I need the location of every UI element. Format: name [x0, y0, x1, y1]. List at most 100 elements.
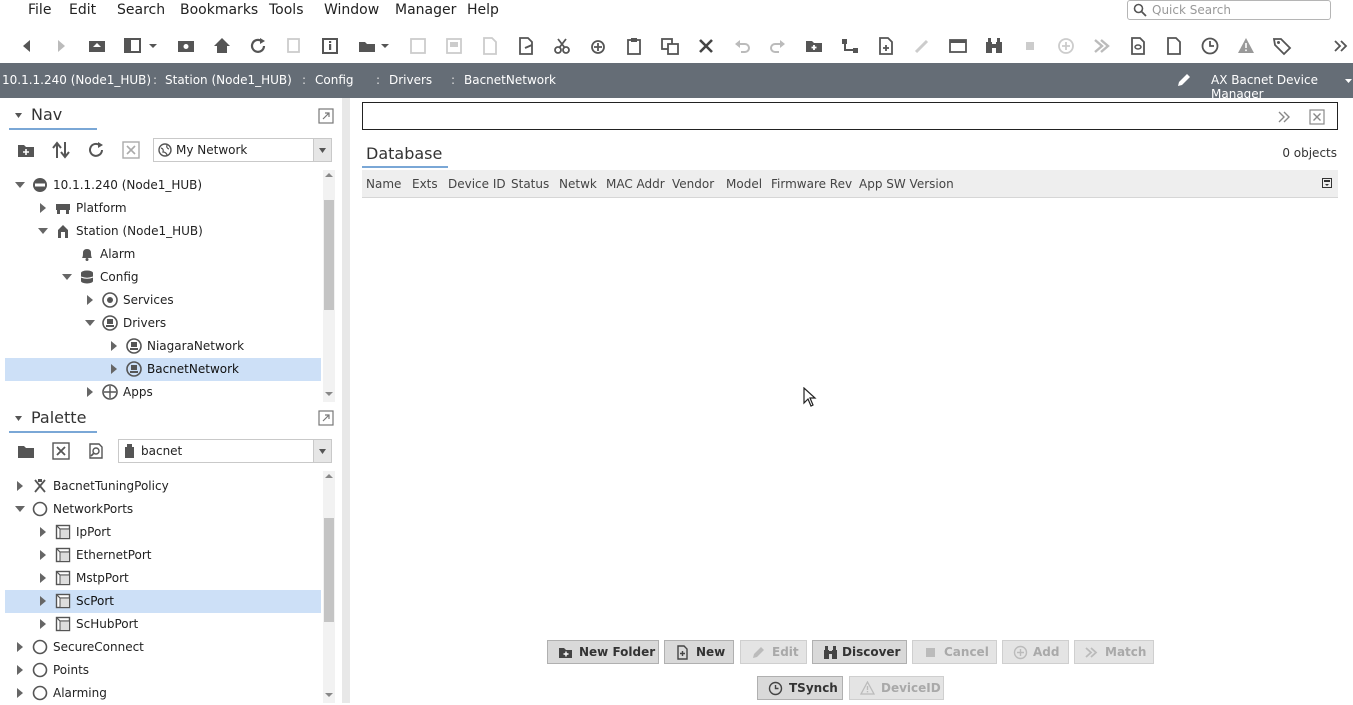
menu-file[interactable]: File [28, 2, 51, 18]
collapsed-arrow-icon[interactable] [38, 527, 48, 537]
menu-help[interactable]: Help [467, 2, 499, 18]
collapsed-arrow-icon[interactable] [15, 481, 25, 491]
palette-tree-item-bacnettuningpolicy[interactable]: BacnetTuningPolicy [5, 475, 321, 498]
column-app-sw-version[interactable]: App SW Version [859, 177, 954, 191]
network-select-dropdown[interactable] [313, 139, 331, 161]
scroll-down-icon[interactable] [325, 391, 333, 397]
forward-icon[interactable] [51, 36, 71, 56]
expanded-arrow-icon[interactable] [15, 504, 25, 514]
tag-icon[interactable] [1272, 36, 1292, 56]
open-folder-icon[interactable] [17, 443, 35, 459]
find-icon[interactable] [87, 442, 105, 460]
palette-scrollbar[interactable] [323, 471, 335, 703]
nav-tree-item-platform[interactable]: Platform [5, 197, 321, 220]
edit-button[interactable]: Edit [740, 640, 807, 664]
cut-icon[interactable] [552, 36, 572, 56]
view-selector[interactable]: AX Bacnet Device Manager [1211, 73, 1353, 101]
column-model[interactable]: Model [726, 177, 762, 191]
collapsed-arrow-icon[interactable] [109, 364, 119, 374]
refresh-icon[interactable] [248, 36, 268, 56]
collapsed-arrow-icon[interactable] [38, 203, 48, 213]
column-mac-addr[interactable]: MAC Addr [606, 177, 665, 191]
nav-tree-item-10-1-1-240-node1-hub[interactable]: 10.1.1.240 (Node1_HUB) [5, 174, 321, 197]
match-button[interactable]: Match [1074, 640, 1154, 664]
scroll-down-icon[interactable] [325, 692, 333, 698]
collapse-arrow-icon[interactable] [14, 112, 23, 119]
device-table-body[interactable] [362, 199, 1338, 629]
save-icon[interactable] [408, 36, 428, 56]
menu-manager[interactable]: Manager [395, 2, 456, 18]
column-exts[interactable]: Exts [412, 177, 438, 191]
column-name[interactable]: Name [366, 177, 401, 191]
new-document-icon[interactable] [876, 36, 896, 56]
back-icon[interactable] [17, 36, 37, 56]
tsynch-button[interactable]: TSynch [757, 676, 843, 700]
chevron-down-icon[interactable] [1344, 77, 1353, 85]
collapsed-arrow-icon[interactable] [15, 688, 25, 698]
nav-scroll-thumb[interactable] [324, 200, 334, 310]
palette-module-select[interactable]: bacnet [118, 439, 332, 463]
menu-window[interactable]: Window [324, 2, 379, 18]
breadcrumb-station[interactable]: Station (Node1_HUB) [165, 73, 292, 87]
new-folder-icon[interactable] [804, 36, 824, 56]
discover-button[interactable]: Discover [812, 640, 907, 664]
deviceid-button[interactable]: DeviceID [849, 676, 944, 700]
new-button[interactable]: New [664, 640, 734, 664]
collapsed-arrow-icon[interactable] [109, 341, 119, 351]
export-icon[interactable] [516, 36, 536, 56]
new-folder-button[interactable]: New Folder [547, 640, 659, 664]
expanded-arrow-icon[interactable] [15, 180, 25, 190]
palette-title[interactable]: Palette [31, 408, 86, 427]
add-button[interactable]: Add [1002, 640, 1069, 664]
expanded-arrow-icon[interactable] [38, 226, 48, 236]
nav-tree-item-config[interactable]: Config [5, 266, 321, 289]
nav-tree-item-alarm[interactable]: Alarm [5, 243, 321, 266]
column-netwk[interactable]: Netwk [559, 177, 597, 191]
column-device-id[interactable]: Device ID [448, 177, 506, 191]
palette-tree-item-mstpport[interactable]: MstpPort [5, 567, 321, 590]
copy-icon[interactable] [588, 36, 608, 56]
palette-tree-item-ipport[interactable]: IpPort [5, 521, 321, 544]
palette-tree-item-alarming[interactable]: Alarming [5, 682, 321, 705]
breadcrumb-drivers[interactable]: Drivers [389, 73, 432, 87]
database-title[interactable]: Database [366, 144, 442, 163]
palette-tree-item-points[interactable]: Points [5, 659, 321, 682]
close-box-icon[interactable] [1309, 109, 1325, 125]
maximize-icon[interactable] [318, 108, 334, 124]
scroll-up-icon[interactable] [325, 473, 333, 479]
nav-tree-item-bacnetnetwork[interactable]: BacnetNetwork [5, 358, 321, 381]
file-icon[interactable] [1164, 36, 1184, 56]
expanded-arrow-icon[interactable] [62, 272, 72, 282]
save-all-icon[interactable] [444, 36, 464, 56]
breadcrumb-config[interactable]: Config [315, 73, 354, 87]
column-chooser-icon[interactable] [1322, 178, 1332, 188]
collapsed-arrow-icon[interactable] [38, 550, 48, 560]
info-icon[interactable] [320, 36, 340, 56]
collapsed-arrow-icon[interactable] [38, 596, 48, 606]
redo-icon[interactable] [768, 36, 788, 56]
palette-scroll-thumb[interactable] [324, 518, 334, 622]
new-folder-icon[interactable] [17, 142, 35, 158]
column-vendor[interactable]: Vendor [672, 177, 714, 191]
open-icon[interactable] [357, 36, 377, 56]
undo-icon[interactable] [732, 36, 752, 56]
discover-binoculars-icon[interactable] [984, 36, 1004, 56]
export-disabled-icon[interactable] [480, 36, 500, 56]
chevron-down-icon[interactable] [147, 36, 159, 56]
column-status[interactable]: Status [511, 177, 549, 191]
palette-tree-item-secureconnect[interactable]: SecureConnect [5, 636, 321, 659]
column-firmware-rev[interactable]: Firmware Rev [771, 177, 852, 191]
match-icon[interactable] [1092, 36, 1112, 56]
palette-tree-item-ethernetport[interactable]: EthernetPort [5, 544, 321, 567]
menu-bookmarks[interactable]: Bookmarks [180, 2, 258, 18]
pane-splitter[interactable] [342, 98, 350, 703]
sync-arrows-icon[interactable] [52, 140, 70, 160]
pencil-icon[interactable] [1176, 72, 1192, 88]
close-box-icon[interactable] [52, 442, 70, 460]
breadcrumb-host[interactable]: 10.1.1.240 (Node1_HUB) [2, 73, 151, 87]
alarm-triangle-icon[interactable] [1236, 36, 1256, 56]
copy-disabled-icon[interactable] [284, 36, 304, 56]
nav-tree-item-drivers[interactable]: Drivers [5, 312, 321, 335]
chevron-down-icon[interactable] [379, 36, 391, 56]
nav-tree-item-services[interactable]: Services [5, 289, 321, 312]
